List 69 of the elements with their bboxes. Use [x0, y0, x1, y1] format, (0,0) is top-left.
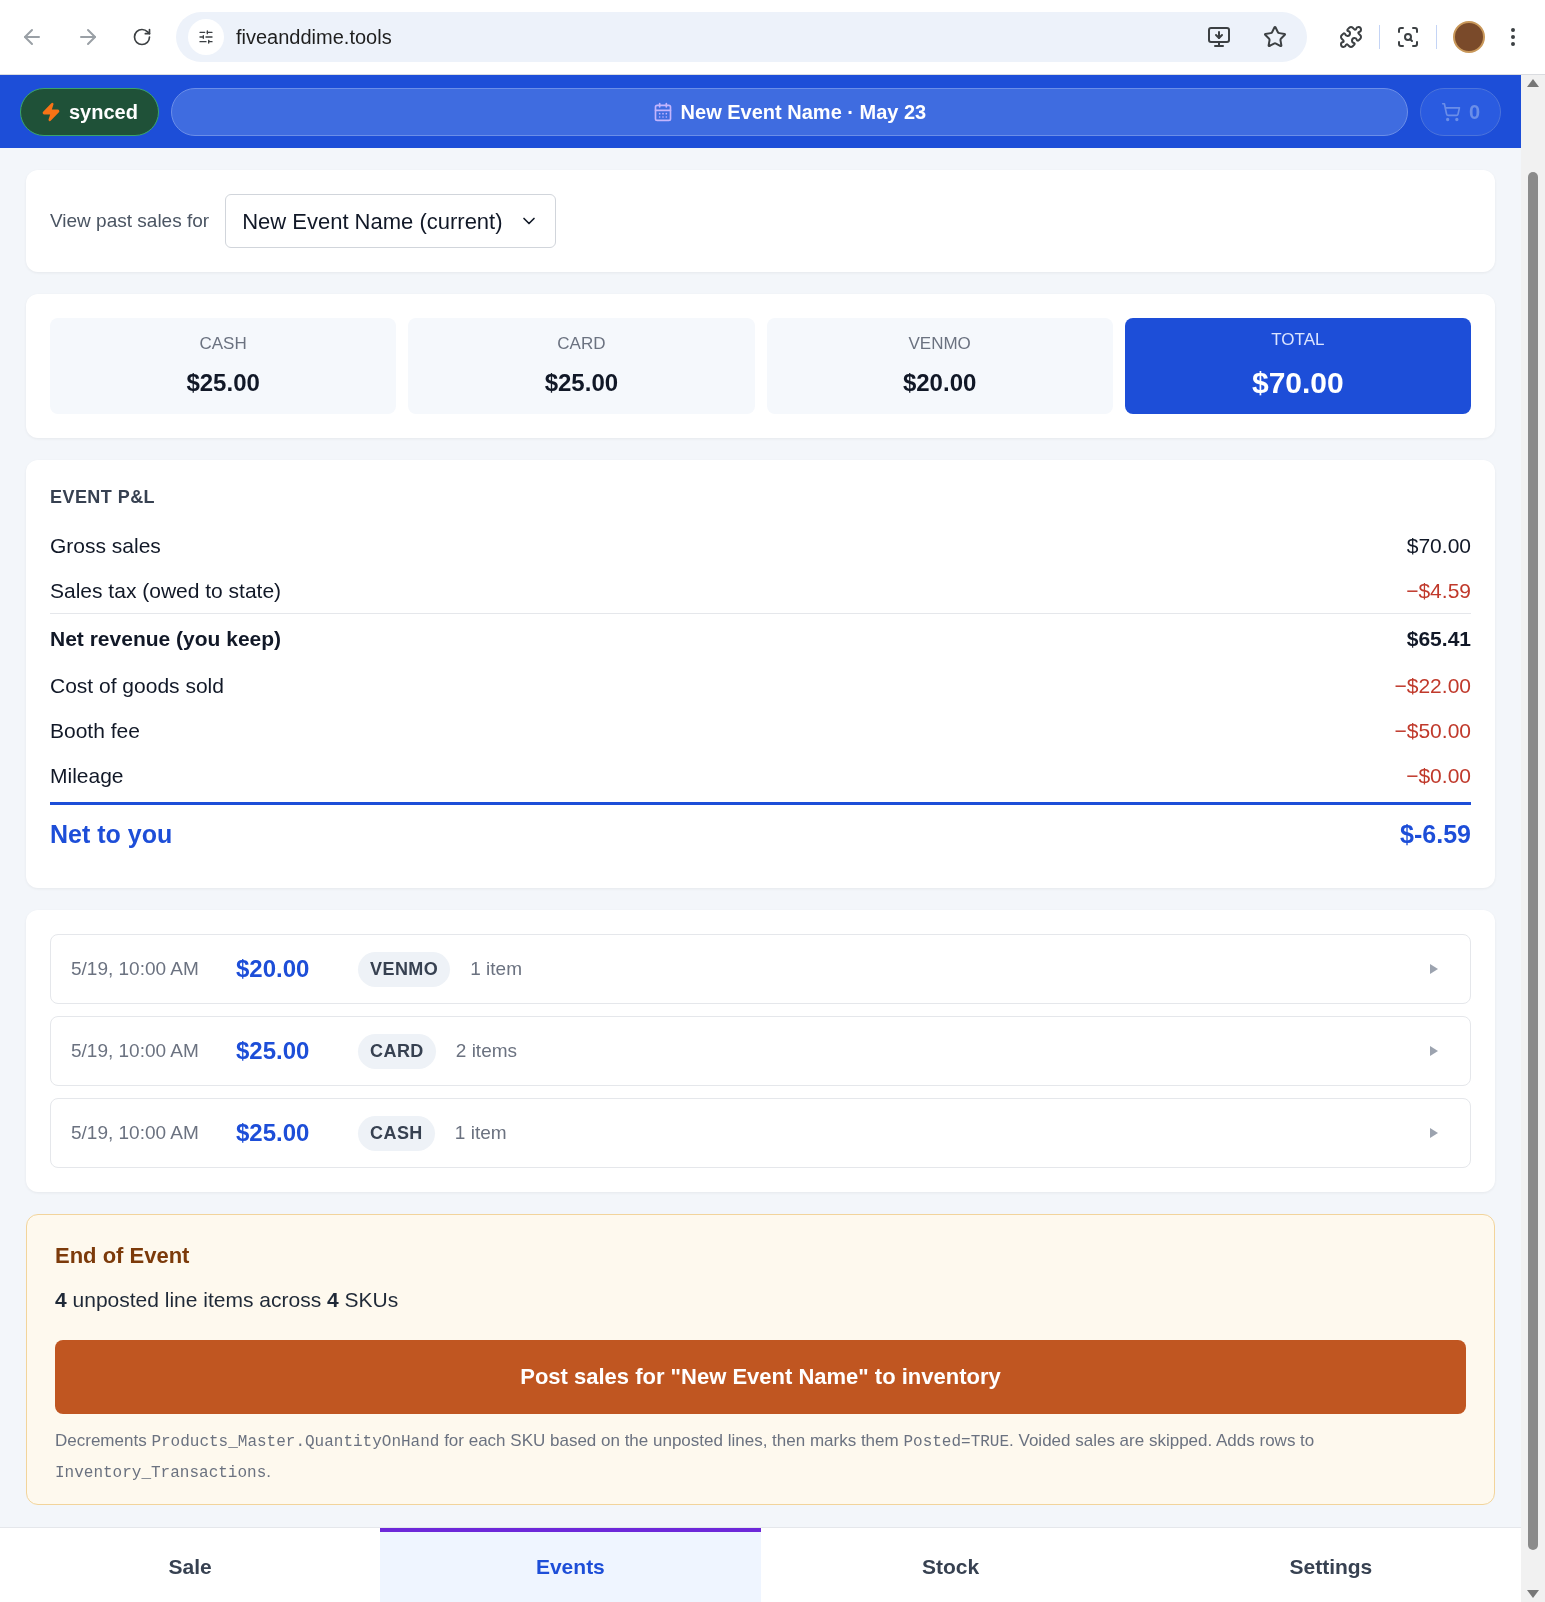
- pnl-value: −$4.59: [1406, 577, 1471, 604]
- pnl-title: EVENT P&L: [50, 486, 157, 509]
- sale-amount: $25.00: [236, 1036, 311, 1066]
- url-text: fiveanddime.tools: [236, 25, 393, 50]
- pnl-value: $-6.59: [1400, 818, 1471, 850]
- bookmark-icon[interactable]: [1263, 25, 1287, 49]
- reload-icon[interactable]: [132, 27, 152, 47]
- tile-amount: $20.00: [902, 367, 977, 398]
- address-bar[interactable]: fiveanddime.tools: [176, 12, 1307, 62]
- calendar-icon: [652, 101, 673, 122]
- pnl-label: Net revenue (you keep): [50, 625, 282, 652]
- nav-tab[interactable]: Sale: [0, 1528, 381, 1602]
- expand-arrow-icon: [1430, 1046, 1438, 1056]
- nav-tab[interactable]: Settings: [1140, 1528, 1521, 1602]
- pnl-value: −$50.00: [1394, 717, 1471, 744]
- scroll-down-icon: [1527, 1590, 1539, 1598]
- install-icon[interactable]: [1207, 25, 1231, 49]
- expand-arrow-icon: [1430, 1128, 1438, 1138]
- expand-arrow-icon: [1430, 964, 1438, 974]
- item-count: 1 item: [470, 956, 523, 981]
- cart-icon: [1440, 101, 1461, 122]
- sale-time: 5/19, 10:00 AM: [71, 1038, 200, 1063]
- pnl-value: $70.00: [1406, 532, 1471, 559]
- sale-time: 5/19, 10:00 AM: [71, 1120, 200, 1145]
- extensions-icon[interactable]: [1339, 25, 1363, 49]
- pnl-label: Cost of goods sold: [50, 672, 224, 699]
- sale-row[interactable]: 5/19, 10:00 AM $25.00 CASH 1 item: [50, 1098, 1471, 1168]
- item-count: 1 item: [454, 1120, 508, 1145]
- lightning-icon: [41, 101, 61, 122]
- pnl-label: Sales tax (owed to state): [50, 577, 282, 604]
- sale-time: 5/19, 10:00 AM: [71, 956, 200, 981]
- sale-row[interactable]: 5/19, 10:00 AM $20.00 VENMO 1 item: [50, 934, 1471, 1004]
- unposted-summary: 4 unposted line items across 4 SKUs: [55, 1287, 400, 1313]
- sale-row[interactable]: 5/19, 10:00 AM $25.00 CARD 2 items: [50, 1016, 1471, 1086]
- pnl-value: −$22.00: [1394, 672, 1471, 699]
- tab-search-icon[interactable]: [1396, 25, 1420, 49]
- post-sales-note: Decrements Products_Master.QuantityOnHand for each SKU based on the unposted lines, then marks them Posted=TRUE. Voided sales are skipped. Adds rows to Inventory_Transactions.: [55, 1429, 1316, 1484]
- nav-tab[interactable]: Events: [380, 1528, 761, 1602]
- panel-title: End of Event: [55, 1242, 191, 1270]
- tile-label: VENMO: [908, 333, 971, 356]
- item-count: 2 items: [455, 1038, 519, 1063]
- site-info-icon[interactable]: [188, 19, 224, 55]
- scrollbar-thumb[interactable]: [1528, 172, 1538, 1550]
- tile-label: TOTAL: [1271, 328, 1325, 351]
- pnl-label: Mileage: [50, 762, 124, 789]
- sale-amount: $25.00: [236, 1118, 311, 1148]
- pnl-label: Net to you: [50, 818, 173, 850]
- payment-method-badge: VENMO: [358, 951, 451, 987]
- post-sales-button[interactable]: Post sales for "New Event Name" to inventory: [55, 1339, 1466, 1414]
- payment-method-badge: CASH: [358, 1115, 435, 1151]
- event-selector-button[interactable]: New Event Name · May 23: [170, 87, 1408, 136]
- profile-avatar[interactable]: [1453, 21, 1485, 53]
- tile-label: CASH: [199, 333, 247, 356]
- pnl-value: $65.41: [1406, 625, 1471, 652]
- nav-tab[interactable]: Stock: [760, 1528, 1141, 1602]
- tile-amount: $70.00: [1252, 365, 1344, 402]
- scrollbar[interactable]: [1521, 75, 1545, 1602]
- payment-method-badge: CARD: [358, 1033, 436, 1069]
- tile-amount: $25.00: [544, 367, 619, 398]
- event-select[interactable]: New Event Name (current): [225, 194, 556, 248]
- sale-amount: $20.00: [236, 954, 311, 984]
- scroll-up-icon: [1527, 79, 1539, 87]
- tile-amount: $25.00: [186, 367, 260, 398]
- pnl-label: Booth fee: [50, 717, 140, 744]
- tile-label: CARD: [557, 333, 606, 356]
- pnl-label: Gross sales: [50, 532, 161, 559]
- picker-label: View past sales for: [50, 208, 210, 233]
- sync-label: synced: [69, 99, 138, 125]
- pnl-value: −$0.00: [1406, 762, 1471, 789]
